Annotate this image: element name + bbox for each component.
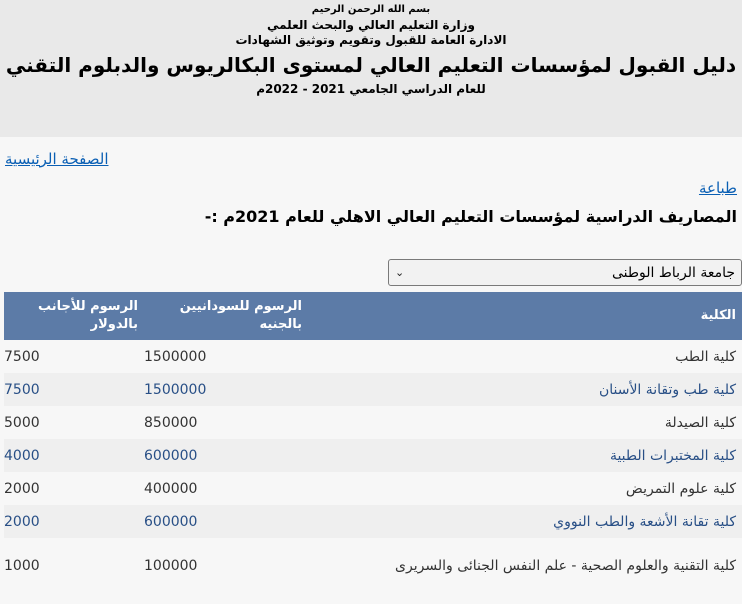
admin-name: الادارة العامة للقبول وتقويم وتوثيق الشه… <box>235 33 507 47</box>
cell-fee-foreign: 1000 <box>4 538 144 594</box>
academic-year: للعام الدراسي الجامعي 2021 - 2022م <box>256 82 486 96</box>
cell-fee-foreign: 7500 <box>4 373 144 406</box>
header-fee-foreign: الرسوم للأجانب بالدولار <box>4 292 144 340</box>
cell-fee-sudanese: 100000 <box>144 538 308 594</box>
cell-fee-foreign: 5000 <box>4 406 144 439</box>
cell-college: كلية علوم التمريض <box>308 472 742 505</box>
cell-fee-foreign: 7500 <box>4 340 144 373</box>
table-row: كلية علوم التمريض 400000 2000 <box>4 472 742 505</box>
cell-college: كلية الطب <box>308 340 742 373</box>
header-fee-sudanese: الرسوم للسودانيين بالجنيه <box>144 292 308 340</box>
cell-fee-sudanese: 600000 <box>144 439 308 472</box>
header-college: الكلية <box>308 292 742 340</box>
university-select[interactable]: جامعة الرباط الوطنى ⌄ <box>388 259 742 286</box>
cell-college: كلية طب وتقانة الأسنان <box>308 373 742 406</box>
cell-fee-sudanese: 1500000 <box>144 373 308 406</box>
cell-college: كلية التقنية والعلوم الصحية - علم النفس … <box>308 538 742 594</box>
table-row: كلية الطب 1500000 7500 <box>4 340 742 373</box>
cell-college: كلية المختبرات الطبية <box>308 439 742 472</box>
table-header-row: الكلية الرسوم للسودانيين بالجنيه الرسوم … <box>4 292 742 340</box>
table-row: كلية تقانة الأشعة والطب النووي 600000 20… <box>4 505 742 538</box>
print-link[interactable]: طباعة <box>699 179 737 197</box>
chevron-down-icon: ⌄ <box>395 266 405 279</box>
cell-fee-sudanese: 600000 <box>144 505 308 538</box>
university-select-value: جامعة الرباط الوطنى <box>612 264 735 281</box>
table-row: كلية الصيدلة 850000 5000 <box>4 406 742 439</box>
table-row: كلية التقنية والعلوم الصحية - علم النفس … <box>4 538 742 594</box>
table-row: كلية طب وتقانة الأسنان 1500000 7500 <box>4 373 742 406</box>
home-link[interactable]: الصفحة الرئيسية <box>5 150 109 168</box>
basmala: بسم الله الرحمن الرحيم <box>311 4 431 15</box>
ministry-name: وزارة التعليم العالي والبحث العلمي <box>266 18 476 32</box>
cell-fee-foreign: 2000 <box>4 472 144 505</box>
cell-fee-sudanese: 850000 <box>144 406 308 439</box>
cell-fee-foreign: 2000 <box>4 505 144 538</box>
cell-college: كلية الصيدلة <box>308 406 742 439</box>
fees-heading: المصاريف الدراسية لمؤسسات التعليم العالي… <box>204 207 737 226</box>
cell-fee-sudanese: 1500000 <box>144 340 308 373</box>
cell-fee-foreign: 4000 <box>4 439 144 472</box>
fees-table: الكلية الرسوم للسودانيين بالجنيه الرسوم … <box>4 292 742 594</box>
cell-college: كلية تقانة الأشعة والطب النووي <box>308 505 742 538</box>
table-row: كلية المختبرات الطبية 600000 4000 <box>4 439 742 472</box>
page-header: بسم الله الرحمن الرحيم وزارة التعليم الع… <box>0 0 742 137</box>
page-title: دليل القبول لمؤسسات التعليم العالي لمستو… <box>5 53 737 77</box>
cell-fee-sudanese: 400000 <box>144 472 308 505</box>
